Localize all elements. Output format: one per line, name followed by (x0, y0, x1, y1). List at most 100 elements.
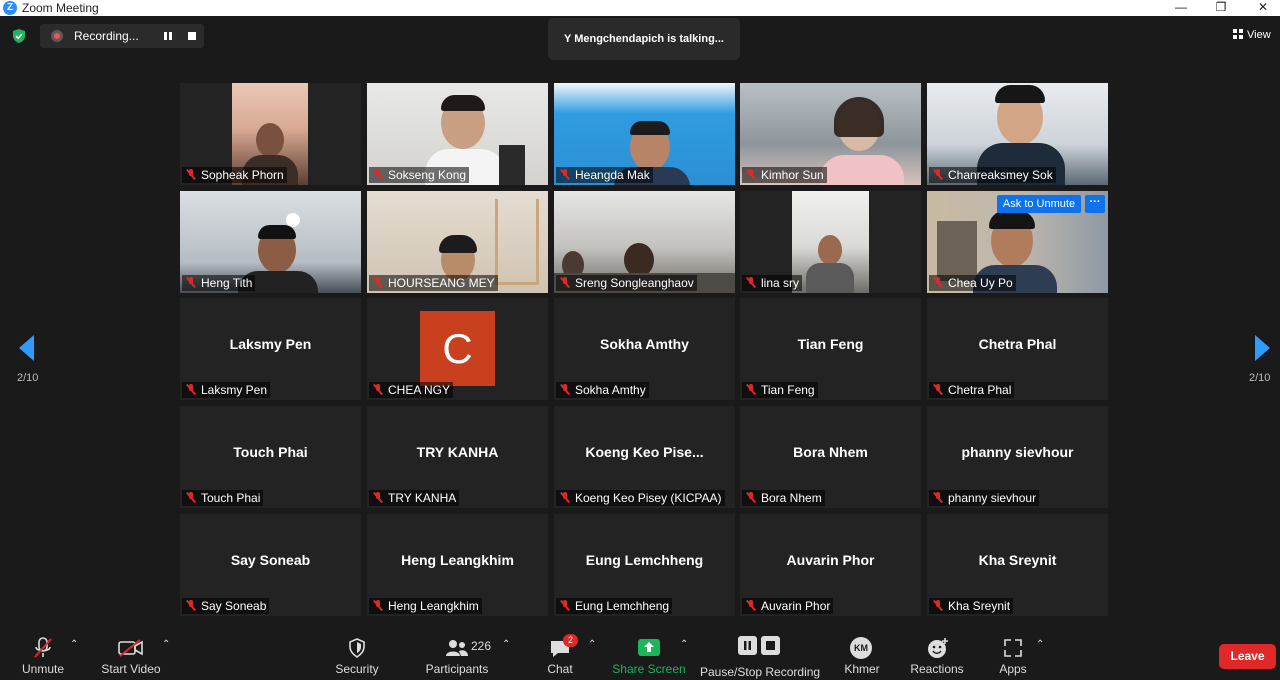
muted-mic-icon (186, 277, 196, 288)
participants-count: 226 (471, 639, 492, 653)
minimize-icon[interactable]: — (1166, 0, 1196, 16)
participant-tile[interactable]: Heng Leangkhim Heng Leangkhim (367, 514, 548, 616)
window-title-bar: Z Zoom Meeting — ❐ ✕ (0, 0, 1280, 16)
participant-name-tag: HOURSEANG MEY (369, 275, 498, 291)
participant-name-tag: Sreng Songleanghaov (556, 275, 697, 291)
apps-button[interactable]: Apps (990, 633, 1036, 680)
muted-mic-icon (933, 384, 943, 395)
participant-display-name: Auvarin Phor (786, 552, 875, 568)
participant-tile[interactable]: Sreng Songleanghaov (554, 191, 735, 293)
audio-options-chevron-icon[interactable]: ⌃ (70, 640, 78, 650)
participant-tile[interactable]: Say Soneab Say Soneab (180, 514, 361, 616)
share-options-chevron-icon[interactable]: ⌃ (680, 640, 688, 650)
participant-display-name: Say Soneab (230, 552, 311, 568)
share-screen-button[interactable]: Share Screen (612, 633, 686, 680)
participant-tile[interactable]: Sopheak Phorn (180, 83, 361, 185)
close-icon[interactable]: ✕ (1248, 0, 1278, 16)
restore-icon[interactable]: ❐ (1206, 0, 1236, 16)
reactions-label: Reactions (910, 662, 964, 676)
unmute-label: Unmute (21, 662, 65, 676)
participant-name-tag: CHEA NGY (369, 382, 454, 398)
pause-recording-icon[interactable] (163, 30, 173, 42)
chat-options-chevron-icon[interactable]: ⌃ (588, 640, 596, 650)
security-button[interactable]: Security (327, 633, 387, 680)
video-options-chevron-icon[interactable]: ⌃ (162, 640, 170, 650)
previous-page-arrow-icon[interactable] (19, 335, 34, 361)
participant-name-tag: Chetra Phal (929, 382, 1015, 398)
security-shield-icon[interactable] (12, 29, 26, 43)
participant-name-tag: lina sry (742, 275, 803, 291)
chat-unread-badge: 2 (563, 634, 578, 647)
participant-name-tag: Heng Leangkhim (369, 598, 482, 614)
interpretation-language-button[interactable]: KM Khmer (838, 633, 886, 680)
participant-video (792, 191, 869, 293)
page-indicator-left: 2/10 (17, 372, 39, 384)
reactions-button[interactable]: Reactions (906, 633, 968, 680)
muted-mic-icon (186, 169, 196, 180)
recording-label: Recording... (74, 29, 139, 43)
participant-tile[interactable]: Eung Lemchheng Eung Lemchheng (554, 514, 735, 616)
participant-tile[interactable]: Heng Tith (180, 191, 361, 293)
start-video-label: Start Video (101, 662, 161, 676)
participant-tile[interactable]: Heangda Mak (554, 83, 735, 185)
participant-tile[interactable]: Touch Phai Touch Phai (180, 406, 361, 508)
muted-mic-icon (560, 384, 570, 395)
muted-mic-icon (373, 492, 383, 503)
muted-mic-icon (933, 277, 943, 288)
participant-name-tag: Heng Tith (182, 275, 256, 291)
muted-microphone-icon (34, 637, 52, 658)
security-label: Security (335, 662, 379, 676)
participant-tile[interactable]: Laksmy Pen Laksmy Pen (180, 298, 361, 400)
muted-mic-icon (560, 492, 570, 503)
participant-display-name: phanny sievhour (961, 444, 1074, 460)
participants-options-chevron-icon[interactable]: ⌃ (502, 640, 510, 650)
participant-tile[interactable]: C CHEA NGY (367, 298, 548, 400)
chat-label: Chat (547, 662, 573, 676)
participant-tile[interactable]: Kimhor Sun (740, 83, 921, 185)
next-page-arrow-icon[interactable] (1255, 335, 1270, 361)
apps-label: Apps (999, 662, 1027, 676)
participant-name-tag: Tian Feng (742, 382, 818, 398)
share-screen-label: Share Screen (612, 662, 686, 676)
zoom-logo-icon: Z (3, 1, 17, 15)
participant-tile[interactable]: Tian Feng Tian Feng (740, 298, 921, 400)
muted-mic-icon (560, 600, 570, 611)
stop-recording-icon[interactable] (188, 32, 196, 40)
participant-tile[interactable]: Sokseng Kong (367, 83, 548, 185)
participant-tile[interactable]: Chetra Phal Chetra Phal (927, 298, 1108, 400)
participant-tile[interactable]: HOURSEANG MEY (367, 191, 548, 293)
participants-icon (446, 640, 468, 656)
participant-name-tag: Koeng Keo Pisey (KICPAA) (556, 490, 725, 506)
participant-tile[interactable]: phanny sievhour phanny sievhour (927, 406, 1108, 508)
participant-tile[interactable]: Auvarin Phor Auvarin Phor (740, 514, 921, 616)
video-off-icon (118, 639, 143, 657)
pause-stop-icon (738, 636, 780, 655)
view-button[interactable]: View (1233, 29, 1271, 41)
participant-tile[interactable]: Ask to Unmute ··· Chea Uy Po (927, 191, 1108, 293)
participant-name-tag: Heangda Mak (556, 167, 653, 183)
unmute-button[interactable]: Unmute (10, 633, 76, 680)
participant-tile[interactable]: Koeng Keo Pise... Koeng Keo Pisey (KICPA… (554, 406, 735, 508)
participant-name-tag: Kimhor Sun (742, 167, 827, 183)
muted-mic-icon (186, 384, 196, 395)
ask-to-unmute-button[interactable]: Ask to Unmute (997, 195, 1081, 213)
more-options-button[interactable]: ··· (1085, 195, 1105, 213)
participant-tile[interactable]: TRY KANHA TRY KANHA (367, 406, 548, 508)
participant-name-tag: Sokha Amthy (556, 382, 649, 398)
pause-stop-recording-button[interactable]: Pause/Stop Recording (700, 633, 820, 680)
participant-display-name: Bora Nhem (793, 444, 868, 460)
reactions-emoji-icon (928, 638, 948, 658)
participant-tile[interactable]: Bora Nhem Bora Nhem (740, 406, 921, 508)
participant-tile[interactable]: Sokha Amthy Sokha Amthy (554, 298, 735, 400)
leave-button[interactable]: Leave (1219, 644, 1276, 669)
participant-tile[interactable]: Kha Sreynit Kha Sreynit (927, 514, 1108, 616)
start-video-button[interactable]: Start Video (98, 633, 164, 680)
participant-display-name: TRY KANHA (416, 444, 499, 460)
participant-display-name: Kha Sreynit (978, 552, 1057, 568)
participants-button[interactable]: 226 Participants (420, 633, 494, 680)
participant-tile[interactable]: lina sry (740, 191, 921, 293)
participant-name-tag: TRY KANHA (369, 490, 460, 506)
participant-tile[interactable]: Chanreaksmey Sok (927, 83, 1108, 185)
muted-mic-icon (746, 277, 756, 288)
apps-options-chevron-icon[interactable]: ⌃ (1036, 640, 1044, 650)
